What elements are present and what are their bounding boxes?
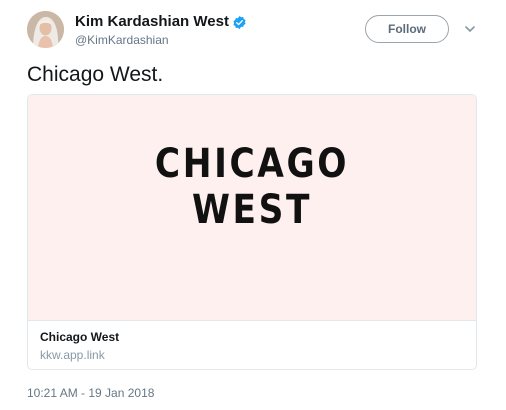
card-url[interactable]: kkw.app.link: [40, 348, 119, 363]
card-info[interactable]: Chicago West kkw.app.link: [40, 330, 119, 363]
display-name[interactable]: Kim Kardashian West: [75, 13, 229, 31]
card-image-line1: CHICAGO: [154, 141, 350, 187]
handle: @KimKardashian: [75, 33, 169, 48]
follow-button[interactable]: Follow: [365, 15, 449, 43]
author-info[interactable]: Kim Kardashian West @KimKardashian: [75, 13, 247, 48]
card-image[interactable]: CHICAGO WEST: [28, 95, 476, 321]
tweet: Kim Kardashian West @KimKardashian Follo…: [0, 0, 506, 410]
chevron-down-icon[interactable]: [463, 22, 477, 36]
verified-badge-icon: [232, 15, 247, 30]
avatar[interactable]: [27, 11, 64, 48]
tweet-timestamp[interactable]: 10:21 AM - 19 Jan 2018: [27, 385, 154, 401]
link-card[interactable]: CHICAGO WEST Chicago West kkw.app.link: [27, 94, 477, 370]
card-image-line2: WEST: [191, 187, 312, 233]
card-title[interactable]: Chicago West: [40, 330, 119, 345]
card-image-text: CHICAGO WEST: [59, 141, 444, 233]
tweet-text: Chicago West.: [27, 63, 164, 86]
